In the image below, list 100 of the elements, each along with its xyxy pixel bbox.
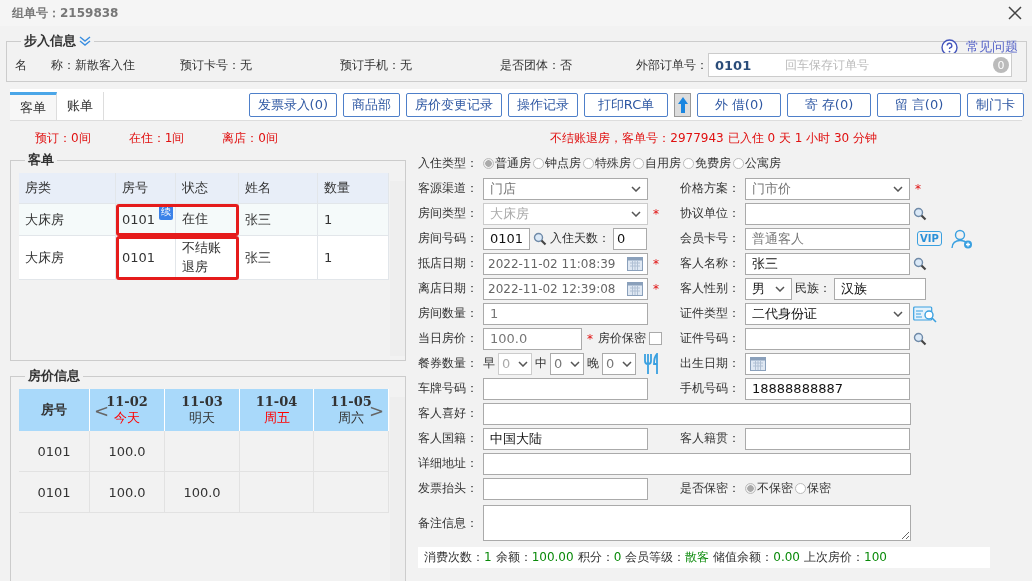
double-chevron-icon[interactable] (79, 36, 91, 46)
summary-text: 消费次数：1 余额：100.00 积分：0 会员等级：散客 储值余额：0.00 上次房价：100 (418, 547, 990, 568)
field-label: 证件类型： (680, 305, 741, 322)
order-number-field[interactable]: 0101 回车保存订单号 0 (708, 53, 1012, 77)
input-field[interactable]: 0101 (483, 227, 530, 250)
caret-icon (631, 210, 641, 217)
checkbox[interactable] (649, 332, 662, 345)
field-label: 中 (535, 355, 547, 372)
field-label: 离店日期： (418, 280, 479, 297)
field-label: 车牌号码： (418, 380, 479, 397)
radio-option[interactable]: 不保密 (745, 480, 793, 497)
add-user-icon[interactable] (950, 228, 973, 249)
required-mark: * (587, 331, 593, 346)
select-field[interactable]: 二代身份证 (745, 302, 910, 325)
input-field[interactable] (745, 202, 910, 225)
select-field[interactable]: 男 (745, 277, 792, 300)
order-number-input[interactable]: 0101 (709, 57, 781, 73)
calendar-icon[interactable] (627, 256, 643, 271)
info-text: 是否团体：否 (500, 56, 573, 74)
close-icon[interactable] (1008, 6, 1022, 20)
field-label: 客人名称： (680, 255, 741, 272)
field-label: 发票抬头： (418, 480, 479, 497)
table-cell: 大床房 (19, 236, 116, 280)
input-field[interactable] (745, 327, 910, 350)
input-field[interactable] (745, 427, 910, 450)
id-card-search-icon[interactable] (913, 304, 937, 323)
radio-option[interactable]: 公寓房 (733, 155, 781, 172)
toolbar-button[interactable]: 房价变更记录 (406, 93, 502, 117)
input-field[interactable] (483, 377, 648, 400)
help-link[interactable]: 常见问题 (966, 38, 1018, 56)
table-cell: 100.0 (90, 431, 165, 472)
field-label: 会员卡号： (680, 230, 741, 247)
radio-option[interactable]: 普通房 (483, 155, 531, 172)
input-field[interactable]: 汉族 (834, 277, 926, 300)
input-field[interactable]: 100.0 (483, 327, 582, 350)
input-field[interactable]: 18888888887 (745, 377, 910, 400)
date-field[interactable]: 2022-11-02 12:39:08 (483, 277, 648, 300)
placeholder-text: 回车保存订单号 (785, 56, 869, 74)
radio-option[interactable]: 钟点房 (533, 155, 581, 172)
info-text: 预订手机：无 (340, 56, 413, 74)
search-icon[interactable] (913, 256, 927, 271)
date-field[interactable] (745, 352, 910, 375)
input-field[interactable] (483, 402, 911, 425)
column-header: 姓名 (239, 173, 318, 204)
radio-option[interactable]: 自用房 (633, 155, 681, 172)
search-icon[interactable] (533, 231, 547, 246)
date-header: 11-03 明天 (165, 389, 240, 431)
date-field[interactable]: 2022-11-02 11:08:39 (483, 252, 648, 275)
field-label: 入住类型： (418, 155, 479, 172)
field-label: 详细地址： (418, 455, 479, 472)
info-text: 名 称：新散客入住 (15, 56, 136, 74)
select-field[interactable]: 门市价 (745, 177, 910, 200)
input-field[interactable] (483, 452, 911, 475)
field-label: 抵店日期： (418, 255, 479, 272)
table-cell: 张三 (239, 204, 318, 236)
caret-icon (631, 185, 641, 192)
date-header: 11-04 周五 (240, 389, 314, 431)
field-label: 房间数量： (418, 305, 479, 322)
input-field[interactable]: 1 (483, 302, 648, 325)
search-icon[interactable] (913, 206, 927, 221)
input-field[interactable]: 普通客人 (745, 227, 910, 250)
input-field[interactable] (483, 477, 648, 500)
scrollbar[interactable] (390, 397, 405, 581)
input-field[interactable]: 0 (613, 227, 647, 250)
column-header: 状态 (176, 173, 239, 204)
field-label: 民族： (795, 280, 831, 297)
field-label: 餐券数量： (418, 355, 479, 372)
notes-field[interactable] (483, 505, 911, 541)
fork-knife-icon[interactable] (643, 352, 661, 375)
radio-option[interactable]: 免费房 (683, 155, 731, 172)
info-text: 预订卡号：无 (180, 56, 253, 74)
radio-option[interactable]: 保密 (795, 480, 831, 497)
toolbar-button[interactable]: 操作记录 (508, 93, 578, 117)
stat-text: 离店：0间 (222, 129, 278, 147)
select-field[interactable]: 0 (550, 352, 584, 375)
input-field[interactable]: 张三 (745, 252, 910, 275)
tab[interactable]: 客单 (10, 92, 57, 120)
field-label: 外部订单号： (636, 56, 708, 74)
select-field[interactable]: 门店 (483, 177, 648, 200)
field-label: 客人喜好： (418, 405, 479, 422)
arrow-up-button[interactable] (674, 93, 691, 117)
toolbar-button[interactable]: 打印RC单 (584, 93, 668, 117)
toolbar-button[interactable]: 制门卡 (967, 93, 1024, 117)
prev-button[interactable]: < (94, 400, 110, 421)
input-field[interactable]: 中国大陆 (483, 427, 648, 450)
calendar-icon[interactable] (627, 281, 643, 296)
toolbar-button[interactable]: 外 借(0) (697, 93, 781, 117)
table-cell: 100.0 (165, 472, 240, 513)
radio-option[interactable]: 特殊房 (583, 155, 631, 172)
select-field[interactable]: 0 (602, 352, 636, 375)
field-label: 早 (483, 355, 495, 372)
caret-icon (893, 310, 903, 317)
search-icon[interactable] (913, 331, 927, 346)
toolbar-button[interactable]: 发票录入(0) (248, 93, 337, 117)
calendar-icon[interactable] (750, 356, 766, 371)
toolbar-button[interactable]: 商品部 (343, 93, 400, 117)
scrollbar[interactable] (390, 181, 405, 356)
toolbar-button[interactable]: 留 言(0) (877, 93, 961, 117)
field-label: 房间类型： (418, 205, 479, 222)
toolbar-button[interactable]: 寄 存(0) (787, 93, 871, 117)
